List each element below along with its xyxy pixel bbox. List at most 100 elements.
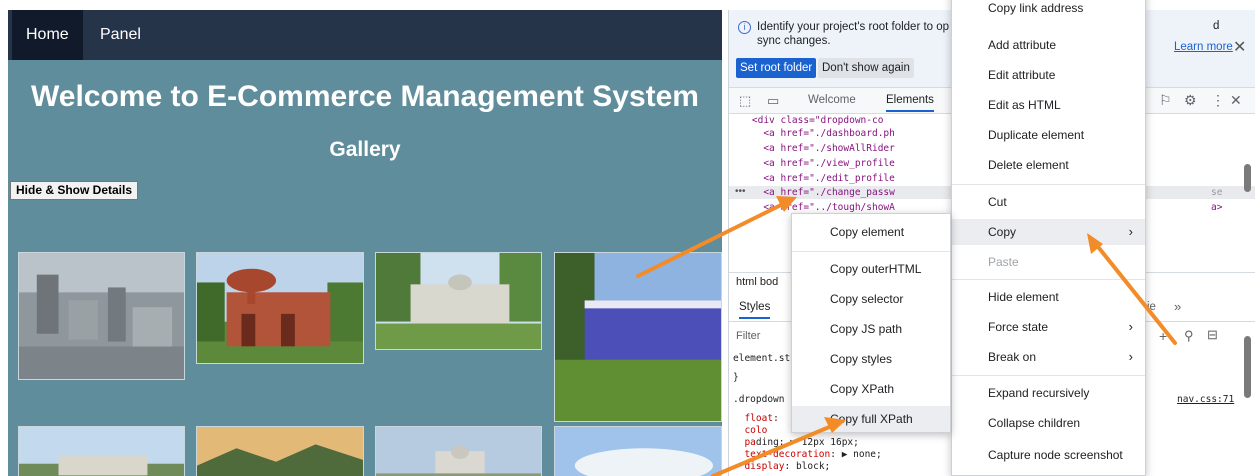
tab-welcome[interactable]: Welcome	[808, 94, 856, 106]
css-declaration[interactable]: pading: ▶ 12px 16px;	[733, 437, 858, 448]
menu-item-collapse-children[interactable]: Collapse children	[952, 410, 1145, 436]
menu-item-copy-full-xpath[interactable]: Copy full XPath	[792, 406, 950, 432]
menu-item-label: Break on	[988, 350, 1037, 364]
dom-line-tail: se	[1211, 187, 1223, 198]
gear-icon[interactable]: ⚙	[1184, 92, 1197, 109]
styles-filter-input[interactable]: Filter	[736, 330, 760, 342]
css-selector[interactable]: .dropdown	[733, 394, 784, 405]
css-value: :	[773, 413, 779, 424]
dom-line[interactable]: <a href="./showAllRider	[729, 142, 895, 155]
menu-item-cut[interactable]: Cut	[952, 189, 1145, 215]
menu-item-copy-styles[interactable]: Copy styles	[792, 346, 950, 372]
nav-panel-link[interactable]: Panel	[86, 10, 155, 60]
infobar-message: Identify your project's root folder to o…	[757, 21, 950, 47]
menu-item-label: Collapse children	[988, 416, 1081, 430]
new-rule-icon[interactable]: +	[1159, 328, 1167, 344]
menu-item-label: Edit attribute	[988, 68, 1056, 82]
menu-item-copy[interactable]: Copy ›	[952, 219, 1145, 245]
menu-separator	[792, 251, 950, 252]
dom-line-tail: a>	[1211, 202, 1223, 213]
css-declaration[interactable]: display: block;	[733, 461, 830, 472]
menu-item-break-on[interactable]: Break on ›	[952, 344, 1145, 370]
menu-item-capture-node-screenshot[interactable]: Capture node screenshot	[952, 442, 1145, 468]
set-root-folder-button[interactable]: Set root folder	[736, 58, 817, 78]
menu-item-copy-outerhtml[interactable]: Copy outerHTML	[792, 256, 950, 282]
menu-item-label: Cut	[988, 195, 1007, 209]
close-icon[interactable]: ✕	[1233, 37, 1246, 57]
element-style-rule[interactable]: element.st	[733, 353, 790, 364]
css-property: colo	[744, 425, 768, 436]
dom-line[interactable]: <a href="./dashboard.ph	[729, 127, 895, 140]
menu-item-copy-link-address[interactable]: Copy link address	[952, 0, 1145, 21]
menu-item-label: Copy XPath	[830, 382, 895, 396]
menu-item-copy-selector[interactable]: Copy selector	[792, 286, 950, 312]
css-declaration[interactable]: colo	[733, 425, 767, 436]
css-source-link[interactable]: nav.css:71	[1177, 394, 1234, 405]
menu-item-expand-recursively[interactable]: Expand recursively	[952, 380, 1145, 406]
gallery-photo-sky[interactable]	[554, 426, 722, 476]
menu-item-edit-as-html[interactable]: Edit as HTML	[952, 92, 1145, 118]
menu-item-delete-element[interactable]: Delete element	[952, 152, 1145, 178]
chevron-right-icon: ›	[1128, 349, 1133, 364]
menu-item-label: Copy full XPath	[830, 412, 913, 426]
menu-item-label: Copy JS path	[830, 322, 903, 336]
hide-show-details-button[interactable]: Hide & Show Details	[10, 181, 139, 200]
menu-item-add-attribute[interactable]: Add attribute	[952, 32, 1145, 58]
gallery-photo-hills[interactable]	[196, 426, 364, 476]
issues-icon[interactable]: ⚐	[1159, 92, 1172, 109]
dom-line[interactable]: <a href="./view_profile	[729, 157, 895, 170]
css-property: text-decoration	[744, 449, 831, 460]
dom-line[interactable]: <a href="./edit_profile	[729, 172, 895, 185]
menu-item-edit-attribute[interactable]: Edit attribute	[952, 62, 1145, 88]
dom-line[interactable]: <div class="dropdown-co	[729, 114, 884, 127]
gallery-photo-mosque[interactable]	[375, 426, 542, 476]
menu-item-duplicate-element[interactable]: Duplicate element	[952, 122, 1145, 148]
chevron-right-icon: ›	[1128, 319, 1133, 334]
gallery-photo-palace[interactable]	[375, 252, 542, 350]
css-declaration[interactable]: float:	[733, 413, 779, 424]
menu-item-hide-element[interactable]: Hide element	[952, 284, 1145, 310]
css-property: pa	[744, 437, 756, 448]
menu-separator	[952, 279, 1145, 280]
tab-elements[interactable]: Elements	[886, 94, 934, 112]
css-property: display	[744, 461, 785, 472]
dom-scrollbar[interactable]	[1244, 164, 1251, 192]
menu-item-label: Capture node screenshot	[988, 448, 1123, 462]
menu-item-paste[interactable]: Paste	[952, 249, 1145, 275]
menu-item-label: Copy outerHTML	[830, 262, 922, 276]
menu-item-label: Copy selector	[830, 292, 904, 306]
gallery-photo-city[interactable]	[18, 252, 185, 380]
gallery-photo-red-building[interactable]	[196, 252, 364, 364]
nav-home-link[interactable]: Home	[12, 10, 83, 60]
tab-styles[interactable]: Styles	[739, 301, 771, 319]
menu-item-label: Duplicate element	[988, 128, 1085, 142]
menu-item-label: Copy	[988, 225, 1017, 239]
menu-item-force-state[interactable]: Force state ›	[952, 314, 1145, 340]
gallery-photo-campus[interactable]	[554, 252, 722, 422]
menu-item-label: Expand recursively	[988, 386, 1090, 400]
menu-item-copy-xpath[interactable]: Copy XPath	[792, 376, 950, 402]
menu-item-copy-js-path[interactable]: Copy JS path	[792, 316, 950, 342]
breadcrumb-items[interactable]: html bod	[736, 273, 778, 291]
css-property: float	[744, 413, 774, 424]
close-devtools-icon[interactable]: ✕	[1230, 92, 1242, 109]
inspect-icon[interactable]: ⬚	[739, 93, 751, 109]
learn-more-link[interactable]: Learn more	[1174, 41, 1233, 53]
dom-node-menu-dots[interactable]: •••	[735, 186, 746, 197]
tab-tail[interactable]: ie	[1147, 301, 1156, 313]
css-declaration[interactable]: text-decoration: ▶ none;	[733, 449, 881, 460]
gallery-photo-building-2[interactable]	[18, 426, 185, 476]
device-toolbar-icon[interactable]: ▭	[767, 93, 779, 109]
menu-item-copy-element[interactable]: Copy element	[792, 219, 950, 245]
menu-item-label: Hide element	[988, 290, 1059, 304]
styles-scrollbar[interactable]	[1244, 336, 1251, 398]
more-options-icon[interactable]: ⋮	[1211, 92, 1225, 109]
dont-show-again-button[interactable]: Don't show again	[818, 58, 914, 78]
menu-separator	[952, 184, 1145, 185]
color-format-icon[interactable]: ⚲	[1184, 328, 1194, 344]
navbar: Home Panel	[8, 10, 722, 60]
more-tabs-icon[interactable]: »	[1174, 299, 1181, 314]
sidebar-toggle-icon[interactable]: ⊟	[1207, 327, 1218, 343]
menu-item-label: Copy link address	[988, 1, 1084, 15]
context-menu: Copy link address Add attribute Edit att…	[951, 0, 1146, 476]
